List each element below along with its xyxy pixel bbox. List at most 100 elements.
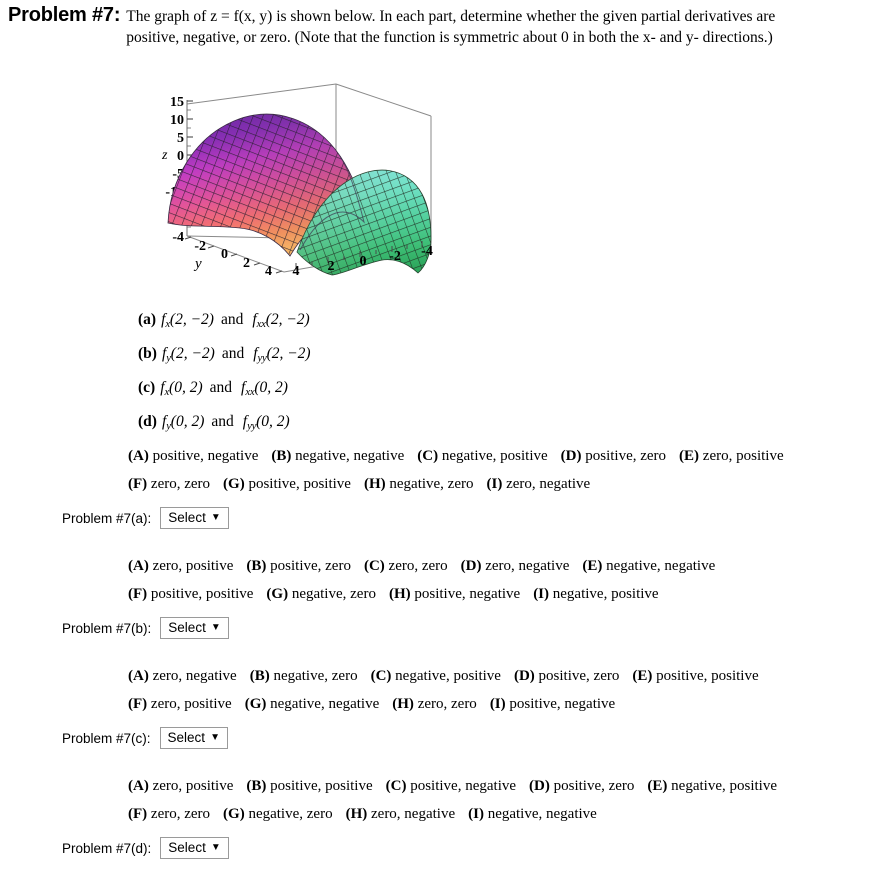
chevron-down-icon: ▼ [210,841,221,853]
part-b-expr2: fyy(2, −2) [253,345,311,365]
option-c-E[interactable]: (E) positive, positive [632,668,758,684]
x-tick-neg2: -2 [389,249,401,264]
option-d-H[interactable]: (H) zero, negative [346,806,456,822]
part-row-b: (b) fy(2, −2) and fyy(2, −2) [138,339,558,373]
y-tick-4: 4 [265,264,272,276]
answer-select-c-value: Select [167,730,206,745]
option-d-F[interactable]: (F) zero, zero [128,806,210,822]
parts-list: (a) fx(2, −2) and fxx(2, −2) (b) fy(2, −2) an… [138,305,558,441]
option-a-A[interactable]: (A) positive, negative [128,448,258,464]
y-tick-2: 2 [243,256,250,271]
option-b-F[interactable]: (F) positive, positive [128,586,253,602]
part-tag-a: (a) [138,311,157,328]
option-block-d: (A) zero, positive (B) positive, positive… [128,772,868,828]
option-a-E[interactable]: (E) zero, positive [679,448,784,464]
option-line-a-1: (A) positive, negative (B) negative, nega… [128,442,868,470]
answer-row-c: Problem #7(c): Select ▼ [62,727,228,749]
answer-select-c[interactable]: Select ▼ [159,727,228,749]
problem-statement-line1: The graph of z = f(x, y) is shown below.… [126,8,776,25]
part-row-c: (c) fx(0, 2) and fxx(0, 2) [138,373,558,407]
part-row-d: (d) fy(0, 2) and fyy(0, 2) [138,407,558,441]
y-tick-neg2: -2 [194,239,206,254]
option-c-F[interactable]: (F) zero, positive [128,696,232,712]
option-a-I[interactable]: (I) zero, negative [487,476,591,492]
option-d-I[interactable]: (I) negative, negative [468,806,597,822]
z-tick-10: 10 [170,113,184,128]
part-tag-b: (b) [138,345,157,363]
option-b-B[interactable]: (B) positive, zero [246,558,351,574]
option-d-D[interactable]: (D) positive, zero [529,778,634,794]
part-b-expr1: fy(2, −2) [161,345,215,365]
option-b-C[interactable]: (C) zero, zero [364,558,448,574]
chevron-down-icon: ▼ [210,511,221,523]
surface-plot-svg: 15 10 5 0 -5 -10 z [161,83,433,279]
option-block-a: (A) positive, negative (B) negative, nega… [128,442,868,498]
option-b-H[interactable]: (H) positive, negative [389,586,520,602]
option-c-H[interactable]: (H) zero, zero [392,696,477,712]
option-a-F[interactable]: (F) zero, zero [128,476,210,492]
option-line-b-2: (F) positive, positive (G) negative, zero… [128,580,868,608]
option-a-B[interactable]: (B) negative, negative [271,448,404,464]
part-a-expr2: fxx(2, −2) [252,311,310,331]
option-d-B[interactable]: (B) positive, positive [246,778,372,794]
problem-statement-line2: positive, negative, or zero. (Note that … [126,29,773,46]
part-c-expr1: fx(0, 2) [160,379,203,399]
option-c-C[interactable]: (C) negative, positive [371,668,501,684]
option-b-I[interactable]: (I) negative, positive [533,586,658,602]
option-a-H[interactable]: (H) negative, zero [364,476,474,492]
x-tick-4: 4 [293,264,300,276]
part-b-and: and [221,345,245,363]
answer-row-a: Problem #7(a): Select ▼ [62,507,229,529]
answer-select-d[interactable]: Select ▼ [160,837,229,859]
option-d-C[interactable]: (C) positive, negative [386,778,516,794]
answer-select-a-value: Select [168,510,206,525]
answer-label-c: Problem #7(c): [62,730,151,746]
option-d-G[interactable]: (G) negative, zero [223,806,333,822]
option-line-c-1: (A) zero, negative (B) negative, zero (C) … [128,662,868,690]
option-d-A[interactable]: (A) zero, positive [128,778,233,794]
option-c-I[interactable]: (I) positive, negative [490,696,615,712]
option-d-E[interactable]: (E) negative, positive [647,778,777,794]
option-a-G[interactable]: (G) positive, positive [223,476,351,492]
surface-plot: 15 10 5 0 -5 -10 z [150,76,440,279]
part-c-expr2: fxx(0, 2) [241,379,288,399]
answer-row-d: Problem #7(d): Select ▼ [62,837,229,859]
z-tick-5: 5 [177,131,184,146]
part-d-expr1: fy(0, 2) [161,413,205,433]
z-axis-label: z [161,148,168,163]
option-a-D[interactable]: (D) positive, zero [561,448,666,464]
option-c-G[interactable]: (G) negative, negative [245,696,380,712]
answer-label-b: Problem #7(b): [62,620,152,636]
option-b-A[interactable]: (A) zero, positive [128,558,233,574]
problem-statement: The graph of z = f(x, y) is shown below.… [126,4,866,48]
option-block-b: (A) zero, positive (B) positive, zero (C) … [128,552,868,608]
option-line-d-1: (A) zero, positive (B) positive, positive… [128,772,868,800]
answer-select-d-value: Select [168,840,206,855]
option-b-G[interactable]: (G) negative, zero [266,586,376,602]
answer-select-b[interactable]: Select ▼ [160,617,229,639]
answer-select-a[interactable]: Select ▼ [160,507,229,529]
answer-row-b: Problem #7(b): Select ▼ [62,617,229,639]
part-tag-d: (d) [138,413,157,431]
part-c-and: and [209,379,232,397]
x-tick-neg4: -4 [421,244,433,259]
x-tick-0: 0 [360,254,367,269]
part-row-a: (a) fx(2, −2) and fxx(2, −2) [138,305,558,339]
option-c-D[interactable]: (D) positive, zero [514,668,619,684]
problem-header: Problem #7: The graph of z = f(x, y) is … [0,4,882,48]
option-c-B[interactable]: (B) negative, zero [250,668,358,684]
option-b-E[interactable]: (E) negative, negative [582,558,715,574]
part-d-and: and [211,413,234,431]
problem-number-label: Problem #7: [8,4,121,26]
y-axis-label: y [193,256,202,272]
option-a-C[interactable]: (C) negative, positive [417,448,547,464]
y-tick-neg4: -4 [172,230,184,245]
z-tick-0: 0 [177,149,184,164]
option-block-c: (A) zero, negative (B) negative, zero (C) … [128,662,868,718]
option-line-d-2: (F) zero, zero (G) negative, zero (H) zero… [128,800,868,828]
option-c-A[interactable]: (A) zero, negative [128,668,237,684]
z-tick-15: 15 [170,95,184,110]
option-line-c-2: (F) zero, positive (G) negative, negative… [128,690,868,718]
option-line-b-1: (A) zero, positive (B) positive, zero (C) … [128,552,868,580]
option-b-D[interactable]: (D) zero, negative [461,558,570,574]
